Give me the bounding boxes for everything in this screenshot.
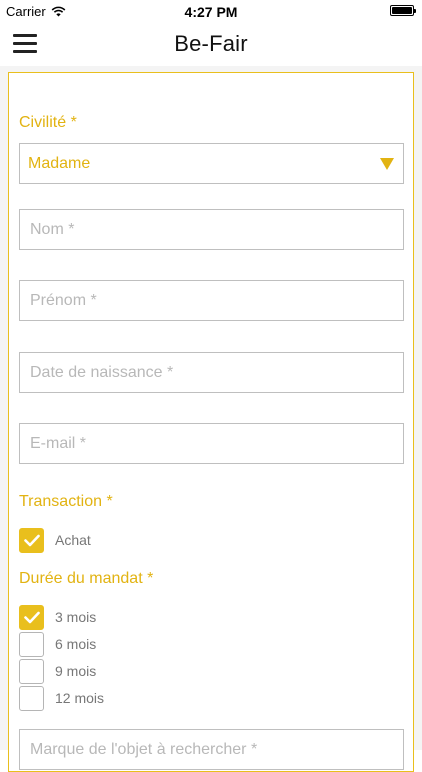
status-time: 4:27 PM xyxy=(184,4,238,20)
prenom-input[interactable] xyxy=(28,290,395,311)
form-card: Civilité * Madame Transaction * Achat Du… xyxy=(8,72,414,772)
checkbox-unchecked-icon[interactable] xyxy=(19,631,44,657)
checkbox-label: 9 mois xyxy=(55,663,97,679)
nom-input[interactable] xyxy=(28,219,395,240)
checkbox-achat[interactable]: Achat xyxy=(19,527,91,553)
dropdown-arrow-icon xyxy=(380,158,394,170)
civilite-value: Madame xyxy=(28,154,91,172)
checkbox-9-mois[interactable]: 9 mois xyxy=(19,658,96,684)
checkbox-unchecked-icon[interactable] xyxy=(19,685,44,711)
checkbox-6-mois[interactable]: 6 mois xyxy=(19,631,96,657)
duree-label: Durée du mandat * xyxy=(19,570,154,587)
checkbox-checked-icon[interactable] xyxy=(19,604,44,630)
email-input[interactable] xyxy=(28,433,395,454)
prenom-field[interactable] xyxy=(19,280,404,321)
checkbox-12-mois[interactable]: 12 mois xyxy=(19,685,104,711)
checkbox-unchecked-icon[interactable] xyxy=(19,658,44,684)
status-bar: Carrier 4:27 PM xyxy=(0,0,422,22)
checkbox-3-mois[interactable]: 3 mois xyxy=(19,604,96,630)
checkbox-checked-icon[interactable] xyxy=(19,527,44,553)
checkbox-label: 12 mois xyxy=(55,690,105,706)
civilite-label: Civilité * xyxy=(19,114,77,131)
civilite-select[interactable]: Madame xyxy=(19,143,404,184)
naissance-field[interactable] xyxy=(19,352,404,393)
checkbox-label: 3 mois xyxy=(55,609,97,625)
checkbox-label: 6 mois xyxy=(55,636,97,652)
app-title: Be-Fair xyxy=(174,31,248,56)
transaction-label: Transaction * xyxy=(19,493,113,510)
battery-icon xyxy=(390,5,416,16)
nom-field[interactable] xyxy=(19,209,404,250)
naissance-input[interactable] xyxy=(28,362,395,383)
checkbox-label: Achat xyxy=(55,532,91,548)
email-field[interactable] xyxy=(19,423,404,464)
nav-bar: Be-Fair xyxy=(0,22,422,66)
